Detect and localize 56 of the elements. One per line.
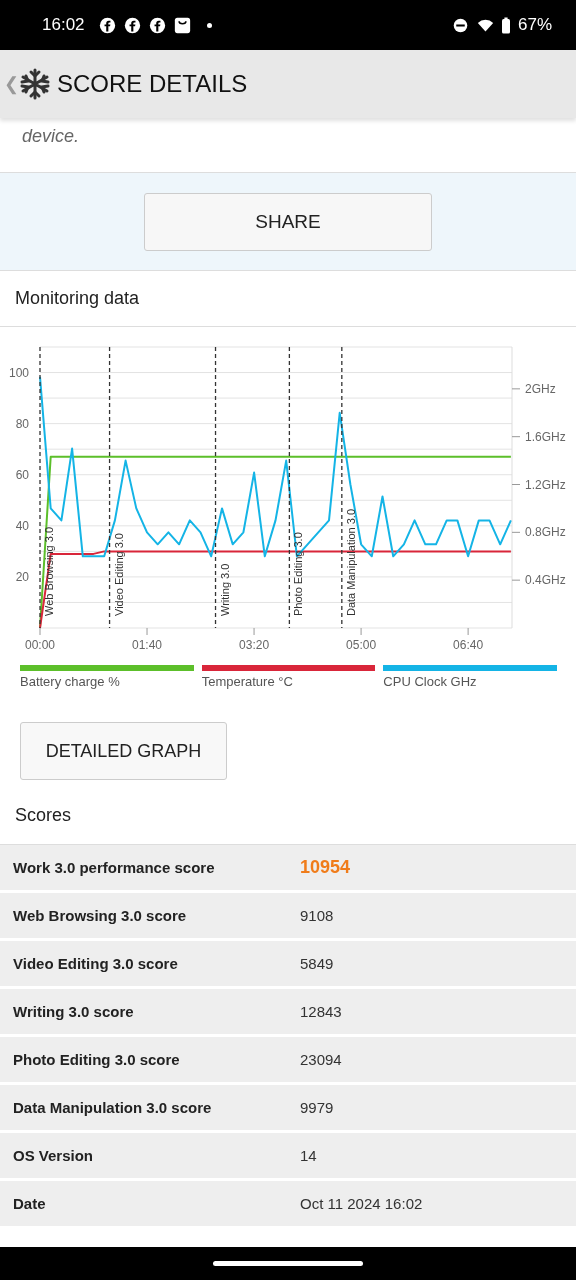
x-tick-label: 05:00 bbox=[346, 638, 377, 652]
marker-label: Data Manipulation 3.0 bbox=[344, 509, 357, 616]
legend-label: Battery charge % bbox=[20, 674, 121, 689]
do-not-disturb-icon bbox=[451, 16, 469, 34]
score-value: Oct 11 2024 16:02 bbox=[300, 1195, 423, 1212]
home-indicator[interactable] bbox=[213, 1261, 363, 1266]
page-title: SCORE DETAILS bbox=[57, 70, 248, 98]
right-tick-label: 1.6GHz bbox=[525, 429, 566, 444]
score-value: 9108 bbox=[300, 907, 334, 924]
right-tick-label: 0.4GHz bbox=[525, 573, 566, 588]
legend-label: CPU Clock GHz bbox=[383, 674, 478, 689]
detailed-graph-button[interactable]: DETAILED GRAPH bbox=[20, 722, 227, 780]
section-title: Scores bbox=[14, 804, 73, 827]
x-tick-label: 03:20 bbox=[239, 638, 270, 652]
marker-label: Photo Editing 3.0 bbox=[292, 532, 305, 616]
share-button[interactable]: SHARE bbox=[144, 192, 432, 251]
y-tick-label: 100 bbox=[8, 365, 29, 380]
right-tick-label: 2GHz bbox=[525, 381, 556, 396]
score-value: 23094 bbox=[300, 1051, 342, 1068]
x-tick-label: 01:40 bbox=[132, 638, 163, 652]
score-value: 9979 bbox=[300, 1099, 334, 1116]
score-label: Writing 3.0 score bbox=[13, 1003, 135, 1020]
score-label: Data Manipulation 3.0 score bbox=[13, 1099, 213, 1116]
notification-dot-icon bbox=[206, 22, 212, 28]
clock: 16:02 bbox=[42, 15, 85, 35]
info-text: device. bbox=[22, 126, 80, 146]
y-tick-label: 20 bbox=[15, 569, 29, 584]
y-tick-label: 60 bbox=[15, 467, 29, 482]
right-tick-label: 0.8GHz bbox=[525, 525, 566, 540]
marker-label: Web Browsing 3.0 bbox=[43, 526, 55, 616]
section-title: Monitoring data bbox=[0, 271, 576, 327]
score-label: OS Version bbox=[13, 1147, 95, 1164]
score-label: Work 3.0 performance score bbox=[13, 859, 216, 876]
battery-percentage: 67% bbox=[517, 15, 552, 35]
score-label: Video Editing 3.0 score bbox=[13, 955, 179, 972]
facebook-icon bbox=[98, 16, 116, 34]
facebook-icon bbox=[148, 16, 166, 34]
marker-label: Writing 3.0 bbox=[218, 563, 231, 616]
score-label: Photo Editing 3.0 score bbox=[13, 1051, 181, 1068]
score-label: Date bbox=[13, 1195, 47, 1212]
battery-icon bbox=[501, 16, 510, 34]
snowflake-icon bbox=[19, 68, 51, 100]
marker-label: Video Editing 3.0 bbox=[112, 533, 125, 616]
x-tick-label: 06:40 bbox=[453, 638, 484, 652]
facebook-icon bbox=[123, 16, 141, 34]
right-tick-label: 1.2GHz bbox=[525, 477, 566, 492]
score-value: 12843 bbox=[300, 1003, 342, 1020]
score-label: Web Browsing 3.0 score bbox=[13, 907, 188, 924]
y-tick-label: 40 bbox=[15, 518, 29, 533]
shopping-bag-icon bbox=[173, 16, 191, 34]
y-tick-label: 80 bbox=[15, 416, 29, 431]
score-value: 5849 bbox=[300, 955, 334, 972]
legend-label: Temperature °C bbox=[201, 674, 294, 689]
x-tick-label: 00:00 bbox=[25, 638, 55, 652]
score-value: 14 bbox=[300, 1147, 317, 1164]
score-value: 10954 bbox=[300, 857, 351, 878]
